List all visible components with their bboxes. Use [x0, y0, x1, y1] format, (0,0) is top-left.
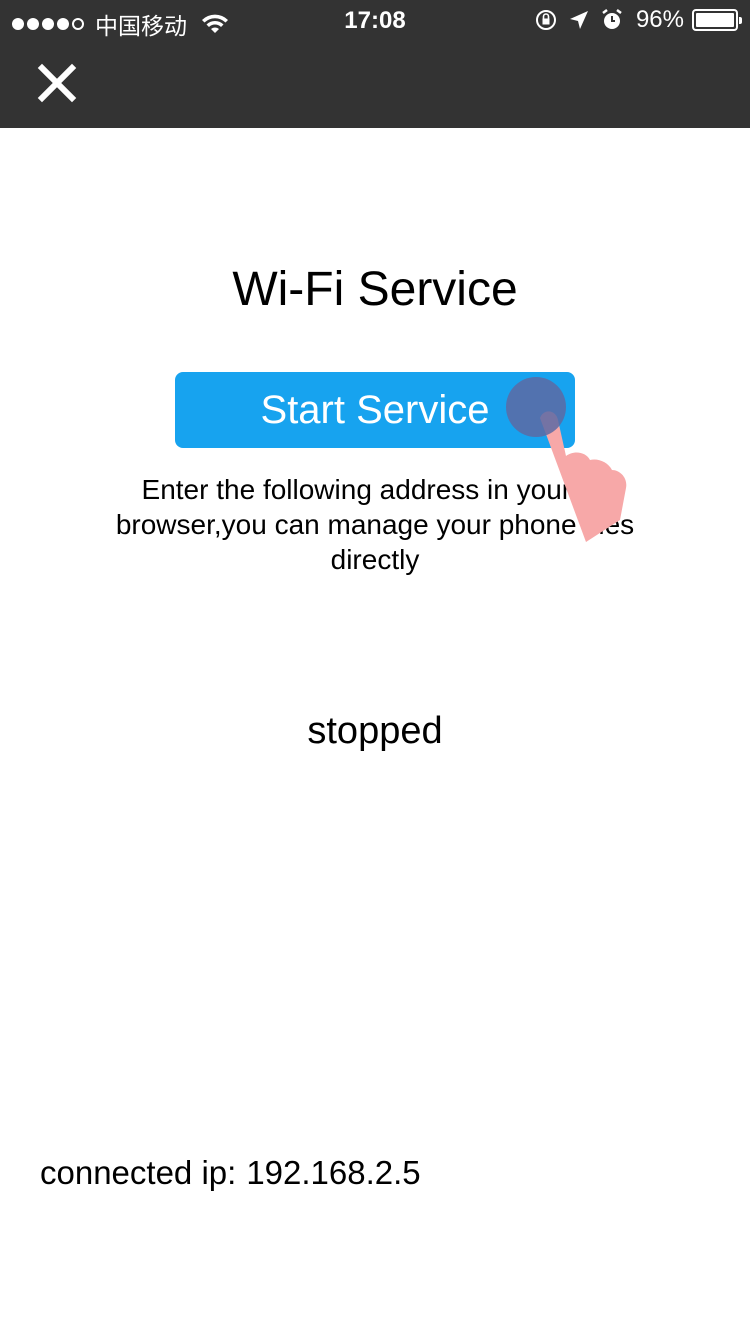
- service-status: stopped: [307, 710, 443, 752]
- top-bar: 中国移动 17:08 96%: [0, 0, 750, 128]
- battery-percent: 96%: [635, 6, 684, 33]
- status-right: 96%: [524, 6, 742, 34]
- connected-ip-value: 192.168.2.5: [246, 1154, 421, 1191]
- battery-icon: [692, 9, 742, 31]
- location-arrow-icon: [569, 11, 588, 29]
- status-bar: 中国移动 17:08 96%: [0, 0, 750, 40]
- close-icon[interactable]: [36, 62, 78, 104]
- start-service-button[interactable]: Start Service: [175, 372, 575, 448]
- orientation-lock-icon: [535, 10, 556, 30]
- page-title: Wi-Fi Service: [232, 263, 518, 316]
- connected-ip: connected ip: 192.168.2.5: [40, 1154, 421, 1192]
- alarm-icon: [602, 9, 622, 29]
- connected-ip-label: connected ip:: [40, 1154, 237, 1191]
- instructions-text: Enter the following address in your pc b…: [115, 474, 635, 575]
